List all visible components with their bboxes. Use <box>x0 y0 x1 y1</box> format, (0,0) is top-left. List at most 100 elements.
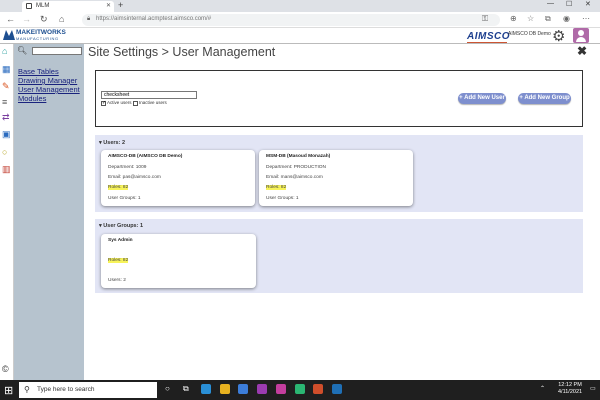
explorer-app-icon[interactable] <box>220 384 230 394</box>
store-app-icon[interactable] <box>238 384 248 394</box>
company-name: AIMSCO DB Demo <box>508 31 551 37</box>
taskbar-search-input[interactable]: ⚲ Type here to search <box>19 382 157 398</box>
transfer-icon[interactable]: ⇄ <box>2 112 10 123</box>
clock-date: 4/11/2021 <box>558 389 583 395</box>
taskbar-search-placeholder: Type here to search <box>37 386 95 393</box>
windows-start-icon[interactable]: ⊞ <box>4 384 13 397</box>
home-nav-icon[interactable]: ⌂ <box>2 46 7 56</box>
search-nav-icon[interactable]: ○ <box>2 147 7 157</box>
user-groups: User Groups: 1 <box>266 196 299 201</box>
calendar-icon[interactable]: ▦ <box>2 64 11 75</box>
page-title: Site Settings > User Management <box>88 45 276 59</box>
maximize-icon[interactable]: ☐ <box>566 0 572 8</box>
new-tab-icon[interactable]: + <box>118 0 123 10</box>
user-roles: Roles: 82 <box>108 185 129 190</box>
user-card[interactable]: MSM-DB (Masoud Monazah) Department: PROD… <box>259 150 413 206</box>
user-search-input[interactable] <box>101 91 197 99</box>
sidebar-link-base-tables[interactable]: Base Tables <box>18 67 59 76</box>
taskbar-clock[interactable]: 12:12 PM 4/11/2021 <box>558 382 582 396</box>
user-department: Department: 1009 <box>108 165 147 170</box>
sidebar-link-user-management[interactable]: User Management <box>18 85 80 94</box>
favorite-icon[interactable]: ☆ <box>527 14 534 23</box>
browser-toolbar: ← → ↻ ⌂ 🔒︎ https://aimsinternal.acmptest… <box>0 12 600 28</box>
users-section-header[interactable]: ▾ Users: 2 <box>99 140 125 146</box>
plus-icon: + <box>519 95 523 101</box>
menu-icon[interactable]: ⋯ <box>582 14 590 23</box>
browser-tab-bar: MLM ✕ + — ☐ ✕ <box>0 0 600 12</box>
chart-icon[interactable]: ▥ <box>2 164 11 175</box>
sidebar-link-drawing-manager[interactable]: Drawing Manager <box>18 76 77 85</box>
add-user-label: Add New User <box>464 95 505 101</box>
sidebar-link-modules[interactable]: Modules <box>18 94 46 103</box>
clipboard-icon[interactable]: ▣ <box>2 129 11 140</box>
page-icon <box>26 3 32 9</box>
inactive-users-checkbox[interactable] <box>133 101 138 106</box>
close-window-icon[interactable]: ✕ <box>585 0 591 8</box>
user-card[interactable]: AIMSCO-DB (AIMSCO DB Demo) Department: 1… <box>101 150 255 206</box>
notifications-icon[interactable]: ▭ <box>590 385 596 392</box>
user-roles: Roles: 82 <box>266 185 287 190</box>
app-logo[interactable]: MAKEITWORKS MANUFACTURING <box>16 29 66 42</box>
plus-icon: + <box>459 95 463 101</box>
brand-underline <box>467 42 507 43</box>
groups-section-header[interactable]: ▾ User Groups: 1 <box>99 223 143 229</box>
makeitworks-logo-icon <box>3 30 15 40</box>
user-email: Email: mans@aimsco.com <box>266 175 323 180</box>
zoom-icon[interactable]: ⊕ <box>510 14 517 23</box>
task-switch-icon[interactable]: ⧉ <box>183 384 189 394</box>
collections-icon[interactable]: ⧉ <box>545 14 551 24</box>
groups-count: User Groups: 1 <box>103 223 144 229</box>
add-group-button[interactable]: + Add New Group <box>518 93 571 104</box>
back-icon[interactable]: ← <box>6 14 15 24</box>
user-avatar-icon[interactable] <box>573 28 589 43</box>
home-icon[interactable]: ⌂ <box>59 14 64 24</box>
active-users-checkbox[interactable] <box>101 100 106 106</box>
refresh-icon[interactable]: ↻ <box>40 14 48 25</box>
icon-rail: ⌂ ▦ ✎ ≡ ⇄ ▣ ○ ▥ © <box>0 44 14 380</box>
edge-app-icon[interactable] <box>201 384 211 394</box>
app-icon-purple[interactable] <box>257 384 267 394</box>
browser-tab[interactable]: MLM ✕ <box>22 1 114 12</box>
chevron-down-icon: ▾ <box>99 223 102 229</box>
user-groups: User Groups: 1 <box>108 196 141 201</box>
search-icon[interactable]: 🔍︎ <box>17 46 27 55</box>
key-icon[interactable]: ⚿ <box>482 14 488 24</box>
inactive-users-label: Inactive users <box>139 100 167 105</box>
app-icon-green[interactable] <box>295 384 305 394</box>
profile-icon[interactable]: ◉ <box>563 14 570 23</box>
active-users-label: Active users <box>107 100 132 105</box>
logo-subtitle: MANUFACTURING <box>16 36 59 41</box>
user-name: MSM-DB (Masoud Monazah) <box>266 154 331 159</box>
user-email: Email: pas@aimsco.com <box>108 175 161 180</box>
app-icon-blue[interactable] <box>332 384 342 394</box>
address-bar[interactable]: 🔒︎ https://aimsinternal.acmptest.aimsco.… <box>82 14 500 26</box>
sidebar-search-input[interactable] <box>32 47 82 55</box>
group-roles: Roles: 82 <box>108 258 129 263</box>
forward-icon[interactable]: → <box>22 14 31 24</box>
add-user-button[interactable]: + Add New User <box>458 93 506 104</box>
user-department: Department: PRODUCTION <box>266 165 326 170</box>
close-tab-icon[interactable]: ✕ <box>106 2 111 9</box>
users-count: Users: 2 <box>103 140 126 146</box>
clock-time: 12:12 PM <box>558 382 582 388</box>
database-icon[interactable]: ≡ <box>2 97 7 107</box>
close-icon[interactable]: ✖ <box>577 44 587 58</box>
tools-icon[interactable]: ✎ <box>2 81 10 92</box>
group-card[interactable]: Sys Admin Roles: 82 Users: 2 <box>101 234 256 288</box>
task-view-icon[interactable]: ○ <box>165 384 170 393</box>
add-group-label: Add New Group <box>524 95 570 101</box>
gear-icon[interactable]: ⚙ <box>552 27 565 45</box>
minimize-icon[interactable]: — <box>547 0 554 7</box>
chevron-down-icon: ▾ <box>99 140 102 146</box>
url-text: https://aimsinternal.acmptest.aimsco.com… <box>96 16 212 22</box>
group-users: Users: 2 <box>108 278 126 283</box>
search-icon: ⚲ <box>24 385 30 394</box>
group-name: Sys Admin <box>108 238 133 243</box>
app-icon-orange[interactable] <box>313 384 323 394</box>
network-icon[interactable]: ⌃ <box>540 385 545 392</box>
lock-icon: 🔒︎ <box>87 16 91 22</box>
brand-logo: AIMSCO <box>467 31 510 42</box>
app-icon-magenta[interactable] <box>276 384 286 394</box>
tab-title: MLM <box>36 3 50 9</box>
copyright-icon: © <box>2 364 9 374</box>
